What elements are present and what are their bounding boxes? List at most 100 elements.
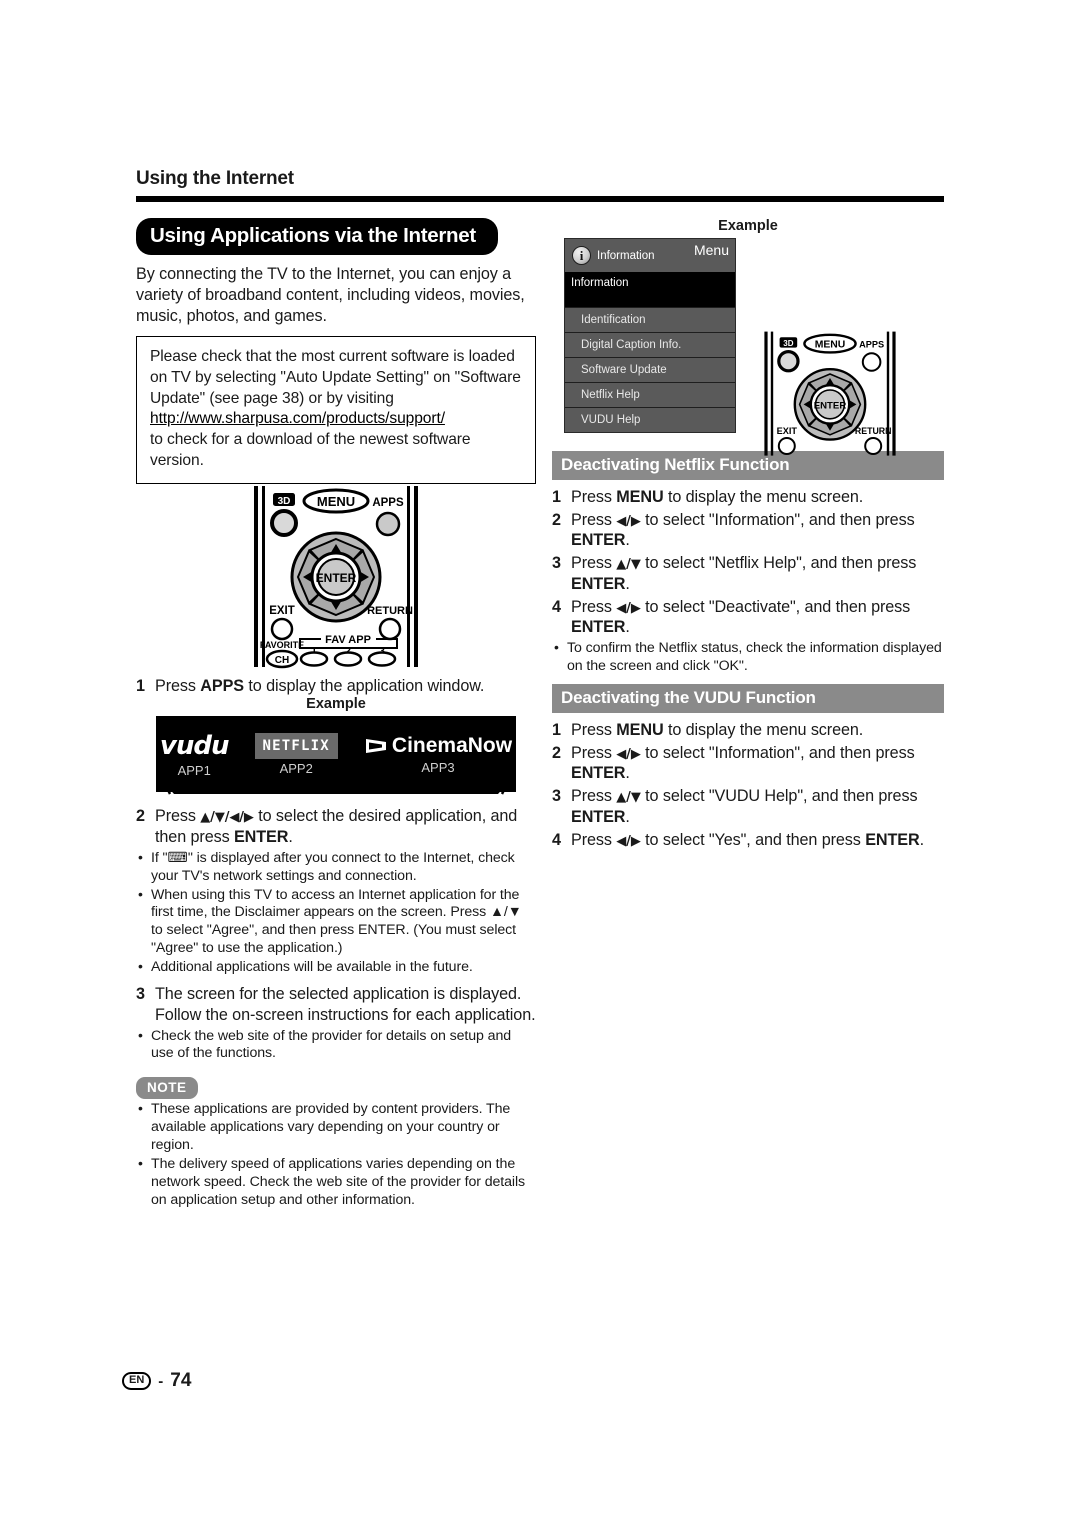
- left-step-3: 3 The screen for the selected applicatio…: [136, 984, 536, 1025]
- menu-row-identification[interactable]: Identification: [565, 307, 735, 332]
- footer-dash: -: [158, 1372, 164, 1390]
- notice-line-1: Please check that the most current softw…: [150, 348, 521, 407]
- left-right-keys-icon: ◀/▶: [616, 513, 641, 529]
- direction-keys-icon: ▲/▼/◀/▶: [200, 810, 254, 826]
- step2-pre: Press: [155, 807, 201, 826]
- svg-text:FAVORITE: FAVORITE: [260, 640, 304, 650]
- software-notice-box: Please check that the most current softw…: [136, 336, 536, 484]
- step3-bullet-list: Check the web site of the provider for d…: [136, 1027, 536, 1064]
- app-tile-cinemanow[interactable]: CinemaNow APP3: [364, 734, 512, 775]
- app-label: APP2: [279, 760, 313, 776]
- menu-row-vudu-help[interactable]: VUDU Help: [565, 407, 735, 432]
- apps-key-label: APPS: [200, 676, 244, 695]
- list-item: Check the web site of the provider for d…: [136, 1027, 536, 1064]
- app-window-example: vudu APP1 NETFLIX APP2 CinemaNow APP3: [156, 716, 516, 795]
- netflix-step-3: 3 Press ▲/▼ to select "Netflix Help", an…: [552, 553, 944, 594]
- left-right-keys-icon: ◀/▶: [616, 600, 641, 616]
- svg-text:APPS: APPS: [372, 497, 404, 509]
- menu-header: i Information Menu: [565, 239, 735, 272]
- mid: to select "Netflix Help", and then press: [640, 554, 917, 573]
- mid: to select "Deactivate", and then press: [640, 597, 911, 616]
- svg-text:CH: CH: [275, 655, 289, 666]
- note-list: These applications are provided by conte…: [136, 1100, 536, 1210]
- step-text: The screen for the selected application …: [155, 985, 536, 1024]
- remote-control-illustration-left: MENU 3D APPS ENTER EXIT RETURN FAV APP 1…: [136, 484, 536, 669]
- list-item: When using this TV to access an Internet…: [136, 886, 536, 959]
- intro-paragraph: By connecting the TV to the Internet, yo…: [136, 265, 525, 326]
- step-number: 4: [552, 830, 561, 849]
- step-number: 2: [136, 807, 145, 826]
- post: .: [625, 807, 630, 826]
- note-badge: NOTE: [136, 1077, 198, 1100]
- step2-post: .: [288, 828, 293, 847]
- step-text: Press APPS to display the application wi…: [155, 676, 536, 697]
- information-icon: i: [572, 246, 591, 265]
- post: .: [625, 764, 630, 783]
- svg-text:MENU: MENU: [815, 340, 846, 351]
- remote-svg: MENU 3D APPS ENTER EXIT RETURN FAV APP 1…: [254, 485, 418, 668]
- pre: Press: [571, 597, 617, 616]
- step2-bullet-list: If "⌨" is displayed after you connect to…: [136, 849, 536, 977]
- step-number: 3: [136, 985, 145, 1004]
- svg-text:APPS: APPS: [859, 340, 884, 350]
- left-right-keys-icon: ◀/▶: [616, 746, 641, 762]
- svg-text:ENTER: ENTER: [814, 400, 847, 411]
- pre: Press: [571, 830, 617, 849]
- enter-key-label: ENTER: [865, 830, 920, 849]
- menu-screenshot: i Information Menu Information Identific…: [564, 238, 736, 433]
- left-column: Using Applications via the Internet By c…: [136, 218, 536, 1210]
- vudu-section-heading: Deactivating the VUDU Function: [552, 683, 944, 713]
- mid: to select "Yes", and then press: [640, 830, 866, 849]
- step1-pre: Press: [155, 676, 201, 695]
- list-item: The delivery speed of applications varie…: [136, 1155, 536, 1210]
- step-text: Press ◀/▶ to select "Information", and t…: [571, 510, 944, 551]
- app-tile-netflix[interactable]: NETFLIX APP2: [254, 732, 338, 776]
- svg-text:ENTER: ENTER: [316, 571, 357, 585]
- pre: Press: [571, 787, 617, 806]
- app-tile-vudu[interactable]: vudu APP1: [160, 731, 230, 778]
- left-step-2: 2 Press ▲/▼/◀/▶ to select the desired ap…: [136, 806, 536, 847]
- step-number: 1: [552, 488, 561, 506]
- svg-text:EXIT: EXIT: [269, 605, 295, 617]
- step-number: 3: [552, 554, 561, 573]
- left-step-1: 1 Press APPS to display the application …: [136, 676, 536, 697]
- list-item: Additional applications will be availabl…: [136, 958, 536, 977]
- enter-key-label: ENTER: [571, 807, 626, 826]
- menu-row-digital-caption-info[interactable]: Digital Caption Info.: [565, 332, 735, 357]
- svg-text:RETURN: RETURN: [855, 426, 892, 436]
- enter-key-label: ENTER: [571, 574, 626, 593]
- post: .: [919, 830, 925, 849]
- step-text: Press ◀/▶ to select "Deactivate", and th…: [571, 597, 944, 638]
- vudu-step-2: 2 Press ◀/▶ to select "Information", and…: [552, 743, 944, 784]
- example-label-left: Example: [306, 696, 366, 713]
- list-item: If "⌨" is displayed after you connect to…: [136, 849, 536, 886]
- svg-text:EXIT: EXIT: [777, 426, 798, 436]
- support-url-link[interactable]: http://www.sharpusa.com/products/support…: [150, 410, 445, 427]
- menu-row-netflix-help[interactable]: Netflix Help: [565, 382, 735, 407]
- svg-text:3D: 3D: [783, 339, 793, 348]
- cinemanow-logo: CinemaNow: [364, 734, 512, 758]
- step-number: 4: [552, 597, 561, 616]
- menu-key-label: MENU: [616, 720, 664, 739]
- step-text: Press MENU to display the menu screen.: [571, 720, 944, 741]
- step-text: Press ▲/▼/◀/▶ to select the desired appl…: [155, 806, 536, 847]
- step-text: Press ▲/▼ to select "VUDU Help", and the…: [571, 786, 944, 827]
- pre: Press: [571, 720, 617, 739]
- enter-key-label: ENTER: [233, 828, 289, 847]
- netflix-step-1: 1 Press MENU to display the menu screen.: [552, 487, 944, 508]
- language-badge: EN: [122, 1371, 152, 1391]
- menu-row-software-update[interactable]: Software Update: [565, 357, 735, 382]
- running-head: Using the Internet: [136, 168, 294, 189]
- app-label: APP3: [421, 759, 455, 775]
- step-text: Press ◀/▶ to select "Yes", and then pres…: [571, 830, 944, 851]
- menu-selected-row[interactable]: Information: [565, 272, 735, 307]
- pre: Press: [571, 554, 617, 573]
- step-text: Press ▲/▼ to select "Netflix Help", and …: [571, 553, 944, 594]
- notice-line-2: to check for a download of the newest so…: [150, 431, 471, 469]
- step-number: 2: [552, 743, 561, 762]
- vudu-step-3: 3 Press ▲/▼ to select "VUDU Help", and t…: [552, 786, 944, 827]
- svg-text:3D: 3D: [278, 496, 291, 507]
- menu-header-label: Information: [597, 249, 655, 262]
- step-number: 1: [136, 676, 145, 695]
- app-tiles-row: vudu APP1 NETFLIX APP2 CinemaNow APP3: [156, 716, 516, 793]
